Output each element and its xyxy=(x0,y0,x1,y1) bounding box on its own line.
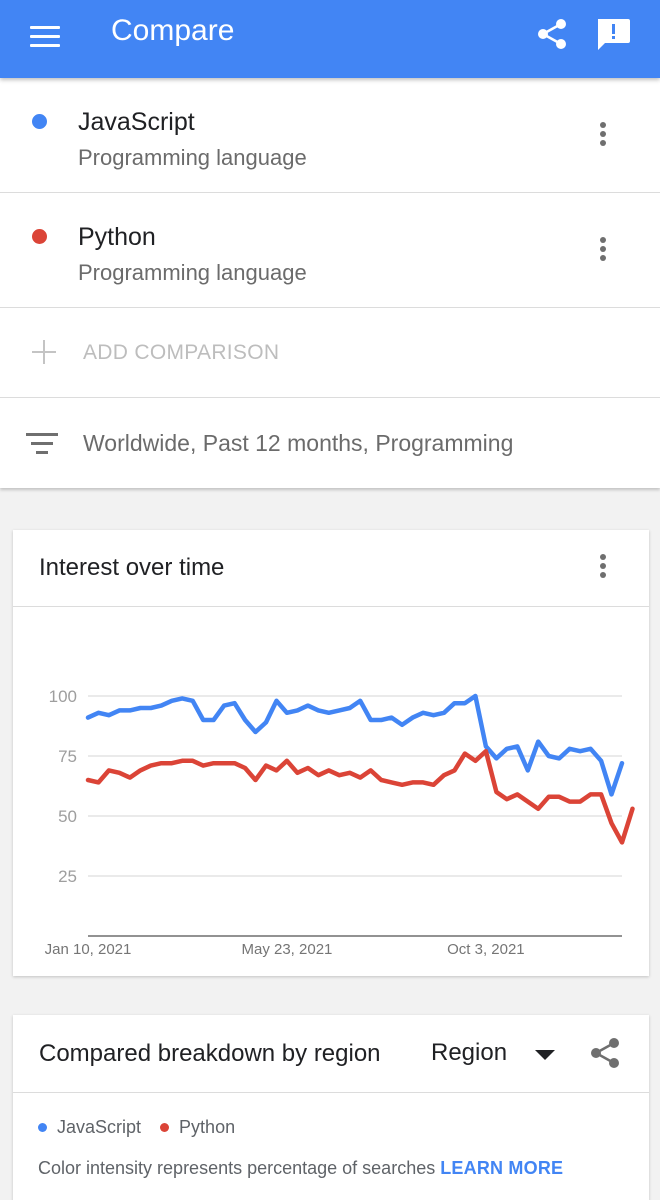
filter-row[interactable]: Worldwide, Past 12 months, Programming xyxy=(0,398,660,488)
more-options-icon[interactable] xyxy=(597,122,609,152)
color-intensity-note: Color intensity represents percentage of… xyxy=(38,1158,563,1179)
chevron-down-icon xyxy=(535,1050,555,1060)
term-color-dot xyxy=(32,229,47,244)
comparison-panel: JavaScript Programming language Python P… xyxy=(0,78,660,488)
y-tick-label: 25 xyxy=(58,867,77,886)
y-tick-label: 75 xyxy=(58,747,77,766)
legend-label: Python xyxy=(179,1117,236,1137)
divider xyxy=(13,1092,649,1093)
legend-item: JavaScript xyxy=(38,1117,141,1138)
menu-icon[interactable] xyxy=(30,26,60,48)
term-category: Programming language xyxy=(78,260,307,285)
card-header: Interest over time xyxy=(13,530,649,607)
region-dropdown-value: Region xyxy=(431,1039,508,1066)
x-tick-label: Oct 3, 2021 xyxy=(447,941,525,958)
page-title: Compare xyxy=(111,14,235,47)
y-tick-label: 100 xyxy=(49,687,77,706)
more-options-icon[interactable] xyxy=(597,237,609,267)
region-dropdown[interactable]: Region xyxy=(431,1039,561,1069)
term-name: JavaScript xyxy=(78,108,195,136)
feedback-icon[interactable] xyxy=(594,16,632,52)
card-title: Interest over time xyxy=(39,554,225,581)
legend-dot xyxy=(38,1123,47,1132)
series-line-javascript xyxy=(85,693,625,797)
term-row-python[interactable]: Python Programming language xyxy=(0,193,660,308)
app-bar: Compare xyxy=(0,0,660,78)
x-tick-label: May 23, 2021 xyxy=(241,941,332,958)
term-name: Python xyxy=(78,223,156,251)
note-text: Color intensity represents percentage of… xyxy=(38,1158,436,1178)
share-icon[interactable] xyxy=(534,16,570,52)
filter-summary: Worldwide, Past 12 months, Programming xyxy=(83,430,514,456)
card-title: Compared breakdown by region xyxy=(39,1040,381,1067)
legend: JavaScript Python xyxy=(38,1117,254,1138)
line-chart: 100 75 50 25 Jan 10, 2021 May 23, 2021 Oct 3, … xyxy=(45,687,635,958)
legend-label: JavaScript xyxy=(57,1117,142,1137)
add-comparison-button[interactable]: ADD COMPARISON xyxy=(0,308,660,398)
term-color-dot xyxy=(32,114,47,129)
legend-dot xyxy=(160,1123,170,1132)
learn-more-link[interactable]: LEARN MORE xyxy=(440,1158,563,1178)
interest-chart: 100 75 50 25 Jan 10, 2021 May 23, 2021 Oct 3, … xyxy=(13,608,649,976)
term-row-javascript[interactable]: JavaScript Programming language xyxy=(0,78,660,193)
x-tick-label: Jan 10, 2021 xyxy=(45,941,132,958)
interest-over-time-card: Interest over time 100 75 50 25 Jan 10, 2021… xyxy=(13,530,649,976)
share-icon[interactable] xyxy=(588,1035,622,1071)
series-line-python xyxy=(85,748,635,845)
legend-item: Python xyxy=(160,1117,235,1138)
term-category: Programming language xyxy=(78,145,307,170)
add-comparison-label: ADD COMPARISON xyxy=(83,341,280,364)
plus-icon xyxy=(32,340,56,364)
region-breakdown-card: Compared breakdown by region Region Java… xyxy=(13,1015,649,1200)
filter-icon xyxy=(26,433,58,455)
more-options-icon[interactable] xyxy=(597,554,609,584)
y-tick-label: 50 xyxy=(58,807,77,826)
